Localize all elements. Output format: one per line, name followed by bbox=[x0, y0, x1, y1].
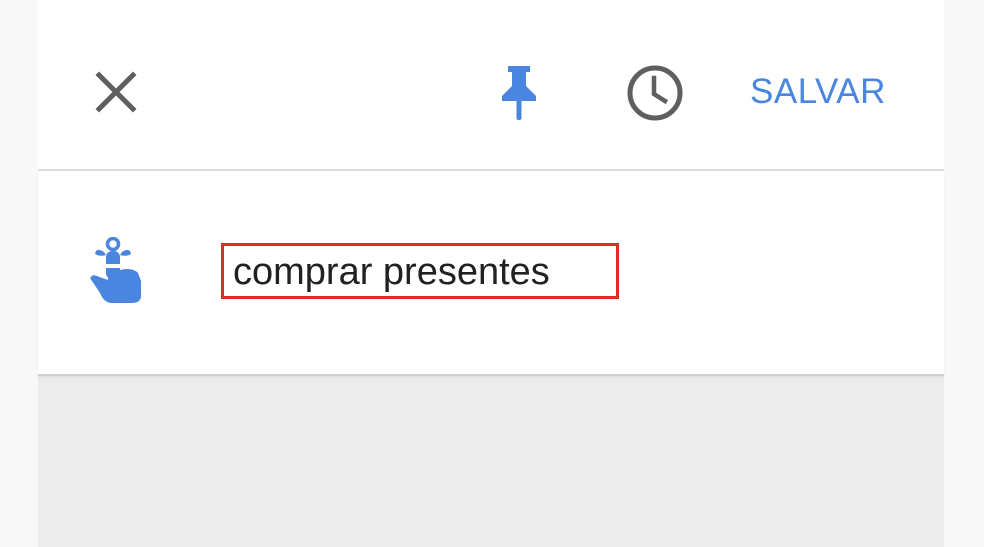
save-button[interactable]: SALVAR bbox=[750, 70, 886, 114]
finger-ribbon-reminder-icon bbox=[90, 237, 141, 303]
pin-button[interactable] bbox=[494, 60, 544, 126]
reminder-time-button[interactable] bbox=[624, 62, 686, 124]
toolbar: SALVAR bbox=[38, 0, 944, 171]
pushpin-icon bbox=[502, 66, 536, 120]
clock-icon bbox=[627, 65, 683, 121]
close-icon bbox=[95, 71, 137, 113]
close-button[interactable] bbox=[90, 66, 142, 118]
reminder-item[interactable]: comprar presentes bbox=[38, 171, 944, 376]
reminder-editor: SALVAR comprar presentes bbox=[38, 0, 944, 547]
reminder-title[interactable]: comprar presentes bbox=[233, 250, 550, 294]
reminder-text-highlight: comprar presentes bbox=[221, 243, 619, 299]
